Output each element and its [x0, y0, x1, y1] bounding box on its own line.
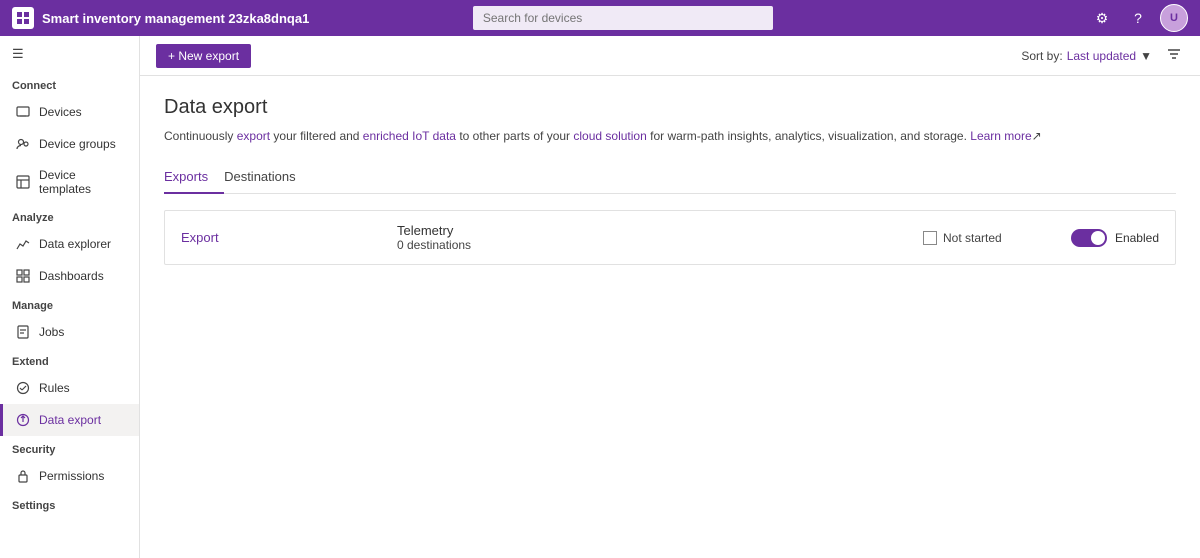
export-meta: Telemetry 0 destinations [397, 223, 907, 252]
export-card: Export Telemetry 0 destinations Not star… [164, 210, 1176, 265]
sort-label: Sort by: Last updated ▼ [1021, 49, 1152, 63]
sidebar-item-devices[interactable]: Devices [0, 96, 139, 128]
app-title: Smart inventory management 23zka8dnqa1 [42, 11, 309, 26]
sidebar-item-jobs-label: Jobs [39, 325, 64, 339]
export-type: Telemetry [397, 223, 907, 238]
dashboard-icon [15, 268, 31, 284]
sidebar-item-devices-label: Devices [39, 105, 82, 119]
groups-icon [15, 136, 31, 152]
tab-exports[interactable]: Exports [164, 161, 224, 194]
export-icon [15, 412, 31, 428]
app-body: ☰ Connect Devices Device groups Device t… [0, 36, 1200, 558]
search-input[interactable] [473, 6, 773, 30]
settings-icon-button[interactable]: ⚙ [1088, 4, 1116, 32]
hamburger-menu[interactable]: ☰ [0, 36, 139, 72]
device-icon [15, 104, 31, 120]
main-content: Data export Continuously export your fil… [140, 76, 1200, 558]
main-panel: + New export Sort by: Last updated ▼ Dat… [140, 36, 1200, 558]
logo-icon [12, 7, 34, 29]
new-export-button[interactable]: + New export [156, 44, 251, 68]
page-title: Data export [164, 96, 1176, 119]
account-avatar[interactable]: U [1160, 4, 1188, 32]
templates-icon [15, 174, 31, 190]
sidebar-item-permissions-label: Permissions [39, 469, 104, 483]
sidebar-item-rules-label: Rules [39, 381, 70, 395]
sidebar-item-rules[interactable]: Rules [0, 372, 139, 404]
sidebar-item-data-explorer-label: Data explorer [39, 237, 111, 251]
sort-chevron-icon[interactable]: ▼ [1140, 49, 1152, 63]
app-logo: Smart inventory management 23zka8dnqa1 [12, 7, 309, 29]
sort-value[interactable]: Last updated [1067, 49, 1136, 63]
export-toggle: Enabled [1059, 229, 1159, 247]
export-link[interactable]: export [237, 129, 270, 143]
section-manage: Manage [0, 292, 139, 316]
sort-prefix: Sort by: [1021, 49, 1062, 63]
sidebar-item-data-export[interactable]: Data export [0, 404, 139, 436]
sidebar-item-device-groups[interactable]: Device groups [0, 128, 139, 160]
sidebar-item-device-templates[interactable]: Device templates [0, 160, 139, 204]
topnav-icons: ⚙ ? U [1088, 4, 1188, 32]
main-toolbar: + New export Sort by: Last updated ▼ [140, 36, 1200, 76]
toggle-thumb [1091, 231, 1105, 245]
search-container [473, 6, 773, 30]
sidebar-item-data-export-label: Data export [39, 413, 101, 427]
filter-icon-button[interactable] [1164, 44, 1184, 67]
sidebar-item-device-templates-label: Device templates [39, 168, 127, 196]
help-icon-button[interactable]: ? [1124, 4, 1152, 32]
sidebar-item-jobs[interactable]: Jobs [0, 316, 139, 348]
sidebar: ☰ Connect Devices Device groups Device t… [0, 36, 140, 558]
rules-icon [15, 380, 31, 396]
section-settings: Settings [0, 492, 139, 516]
topnav: Smart inventory management 23zka8dnqa1 ⚙… [0, 0, 1200, 36]
cloud-link[interactable]: cloud solution [573, 129, 646, 143]
jobs-icon [15, 324, 31, 340]
toggle-switch[interactable] [1071, 229, 1107, 247]
sidebar-item-dashboards-label: Dashboards [39, 269, 104, 283]
chart-icon [15, 236, 31, 252]
sidebar-item-permissions[interactable]: Permissions [0, 460, 139, 492]
export-name-link[interactable]: Export [181, 230, 381, 245]
tabs-container: Exports Destinations [164, 161, 1176, 194]
toggle-label: Enabled [1115, 231, 1159, 245]
learn-more-link[interactable]: Learn more [970, 129, 1031, 143]
section-security: Security [0, 436, 139, 460]
page-description: Continuously export your filtered and en… [164, 127, 1176, 145]
export-status: Not started [923, 231, 1043, 245]
status-checkbox[interactable] [923, 231, 937, 245]
section-analyze: Analyze [0, 204, 139, 228]
export-destinations: 0 destinations [397, 238, 907, 252]
sidebar-item-device-groups-label: Device groups [39, 137, 116, 151]
permissions-icon [15, 468, 31, 484]
section-connect: Connect [0, 72, 139, 96]
sidebar-item-data-explorer[interactable]: Data explorer [0, 228, 139, 260]
status-text: Not started [943, 231, 1002, 245]
enriched-link[interactable]: enriched IoT data [363, 129, 456, 143]
section-extend: Extend [0, 348, 139, 372]
sidebar-item-dashboards[interactable]: Dashboards [0, 260, 139, 292]
tab-destinations[interactable]: Destinations [224, 161, 312, 194]
